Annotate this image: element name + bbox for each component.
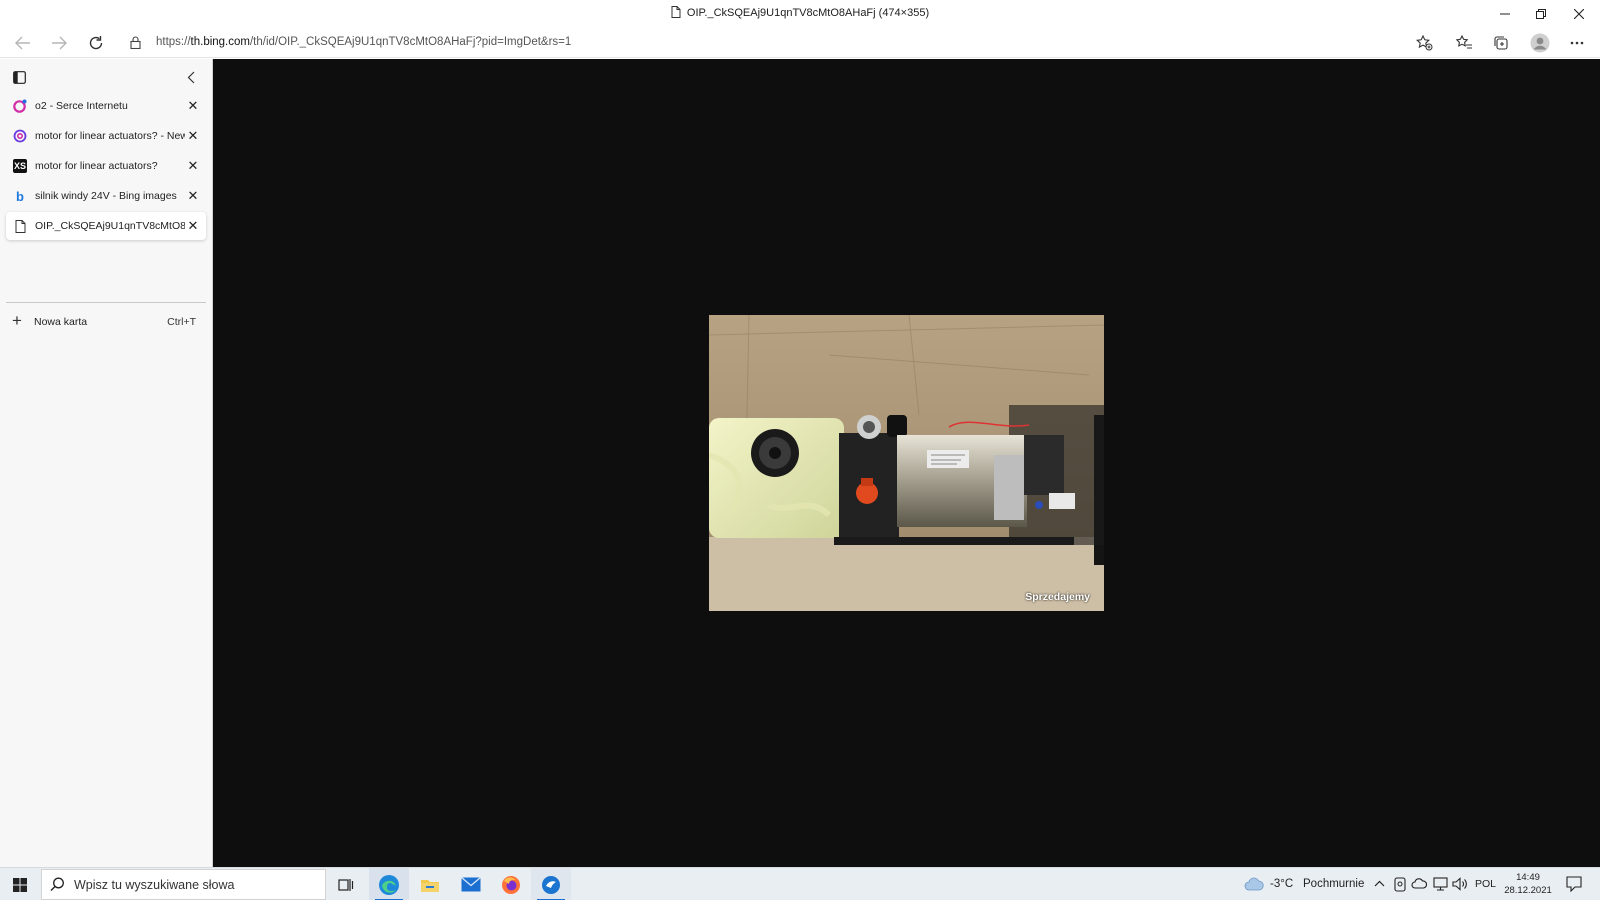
collections-icon <box>1494 36 1508 50</box>
close-tab-button[interactable]: ✕ <box>186 159 200 173</box>
minimize-button[interactable] <box>1487 0 1523 28</box>
chevron-up-icon[interactable] <box>1374 880 1385 887</box>
close-tab-button[interactable]: ✕ <box>186 189 200 203</box>
clock[interactable]: 14:49 28.12.2021 <box>1498 871 1558 897</box>
tab-label: motor for linear actuators? <box>35 160 158 172</box>
firefox-icon <box>502 875 520 894</box>
tab-item[interactable]: motor for linear actuators? - New ✕ <box>6 122 206 150</box>
network-icon[interactable] <box>1433 877 1448 891</box>
close-tab-button[interactable]: ✕ <box>186 99 200 113</box>
weather-temperature[interactable]: -3°C <box>1270 878 1293 890</box>
new-tab-button[interactable]: + Nowa karta Ctrl+T <box>6 311 206 333</box>
close-window-button[interactable] <box>1561 0 1597 28</box>
collections-button[interactable] <box>1487 30 1515 56</box>
more-dots-icon <box>1570 41 1584 45</box>
watermark-text: Sprzedajemy <box>1025 591 1090 603</box>
bing-icon: b <box>16 188 24 204</box>
input-language[interactable]: POL <box>1475 878 1496 890</box>
o2-icon <box>13 99 27 113</box>
task-view-button[interactable] <box>332 868 360 900</box>
lock-icon[interactable] <box>130 36 141 49</box>
sidebar-header <box>0 67 213 91</box>
folder-icon <box>421 879 439 892</box>
displayed-image[interactable]: Sprzedajemy <box>709 315 1104 611</box>
firefox-button[interactable] <box>491 868 531 900</box>
url-text[interactable]: https://th.bing.com/th/id/OIP._CkSQEAj9U… <box>156 36 571 48</box>
edge-taskbar-button[interactable] <box>369 868 409 900</box>
taskbar-search-box[interactable]: Wpisz tu wyszukiwane słowa <box>41 869 326 900</box>
clock-time: 14:49 <box>1516 872 1540 883</box>
tab-item-active[interactable]: OIP._CkSQEAj9U1qnTV8cMtO8AHaFj ✕ <box>6 212 206 240</box>
tab-actions-icon[interactable] <box>13 71 26 84</box>
url-host: th.bing.com <box>190 36 250 48</box>
onedrive-cloud-icon[interactable] <box>1411 878 1427 889</box>
address-bar[interactable]: https://th.bing.com/th/id/OIP._CkSQEAj9U… <box>120 30 1440 56</box>
windows-icon <box>13 877 27 892</box>
clock-date: 28.12.2021 <box>1504 885 1552 896</box>
url-path: /th/id/OIP._CkSQEAj9U1qnTV8cMtO8AHaFj?pi… <box>249 36 572 48</box>
back-button[interactable] <box>9 30 37 56</box>
minimize-icon <box>1500 13 1510 15</box>
add-favorite-button[interactable] <box>1410 30 1438 56</box>
start-button[interactable] <box>0 868 40 900</box>
tab-item[interactable]: XS motor for linear actuators? ✕ <box>6 152 206 180</box>
more-options-button[interactable] <box>1563 30 1591 56</box>
tab-item[interactable]: b silnik windy 24V - Bing images ✕ <box>6 182 206 210</box>
edge-icon <box>379 874 399 895</box>
file-explorer-button[interactable] <box>410 868 450 900</box>
vertical-tabs-panel: o2 - Serce Internetu ✕ motor for linear … <box>0 59 213 867</box>
window-title-text: OIP._CkSQEAj9U1qnTV8cMtO8AHaFj (474×355) <box>686 7 930 19</box>
hydraulic-pump-photo <box>709 315 1104 611</box>
mail-button[interactable] <box>451 868 491 900</box>
close-tab-button[interactable]: ✕ <box>186 219 200 233</box>
taskbar: Wpisz tu wyszukiwane słowa -3°C Pochmurn… <box>0 867 1600 900</box>
search-placeholder: Wpisz tu wyszukiwane słowa <box>74 878 235 892</box>
url-prefix: https:// <box>156 36 191 48</box>
window-title: OIP._CkSQEAj9U1qnTV8cMtO8AHaFj (474×355) <box>0 6 1600 19</box>
search-icon <box>50 877 64 891</box>
tab-item[interactable]: o2 - Serce Internetu ✕ <box>6 92 206 120</box>
title-bar: OIP._CkSQEAj9U1qnTV8cMtO8AHaFj (474×355) <box>0 0 1600 28</box>
mail-icon <box>461 877 481 892</box>
weather-condition[interactable]: Pochmurnie <box>1303 878 1364 890</box>
tab-label: OIP._CkSQEAj9U1qnTV8cMtO8AHaFj <box>35 220 185 232</box>
image-viewer: Sprzedajemy <box>213 59 1600 867</box>
restore-icon <box>1536 9 1546 19</box>
tab-label: o2 - Serce Internetu <box>35 100 128 112</box>
weather-cloud-icon[interactable] <box>1244 877 1264 891</box>
new-tab-shortcut: Ctrl+T <box>167 316 196 328</box>
close-tab-button[interactable]: ✕ <box>186 129 200 143</box>
navigation-bar: https://th.bing.com/th/id/OIP._CkSQEAj9U… <box>0 28 1600 58</box>
document-icon <box>13 219 27 233</box>
arrow-left-icon <box>15 36 30 50</box>
collapse-sidebar-icon[interactable] <box>187 71 195 84</box>
meet-now-icon[interactable] <box>1394 877 1406 892</box>
close-icon <box>1574 9 1584 19</box>
volume-icon[interactable] <box>1452 877 1468 891</box>
restore-button[interactable] <box>1523 0 1559 28</box>
refresh-icon <box>89 36 103 50</box>
forward-button[interactable] <box>45 30 73 56</box>
profile-button[interactable] <box>1526 30 1554 56</box>
task-view-icon <box>338 878 354 891</box>
tab-label: motor for linear actuators? - New <box>35 130 185 142</box>
app-taskbar-button[interactable] <box>531 868 571 900</box>
at-mail-icon <box>13 129 27 143</box>
refresh-button[interactable] <box>82 30 110 56</box>
favorites-list-icon <box>1455 35 1472 49</box>
xs-icon: XS <box>13 159 27 173</box>
favorites-button[interactable] <box>1450 30 1478 56</box>
tab-label: silnik windy 24V - Bing images <box>35 190 177 202</box>
document-icon <box>671 6 681 18</box>
avatar-icon <box>1530 33 1550 53</box>
notifications-icon[interactable] <box>1566 876 1582 892</box>
plus-icon: + <box>12 311 22 330</box>
new-tab-label: Nowa karta <box>34 316 88 328</box>
divider <box>6 302 206 303</box>
arrow-right-icon <box>52 36 67 50</box>
star-add-icon <box>1415 35 1432 51</box>
app-icon <box>542 875 560 894</box>
